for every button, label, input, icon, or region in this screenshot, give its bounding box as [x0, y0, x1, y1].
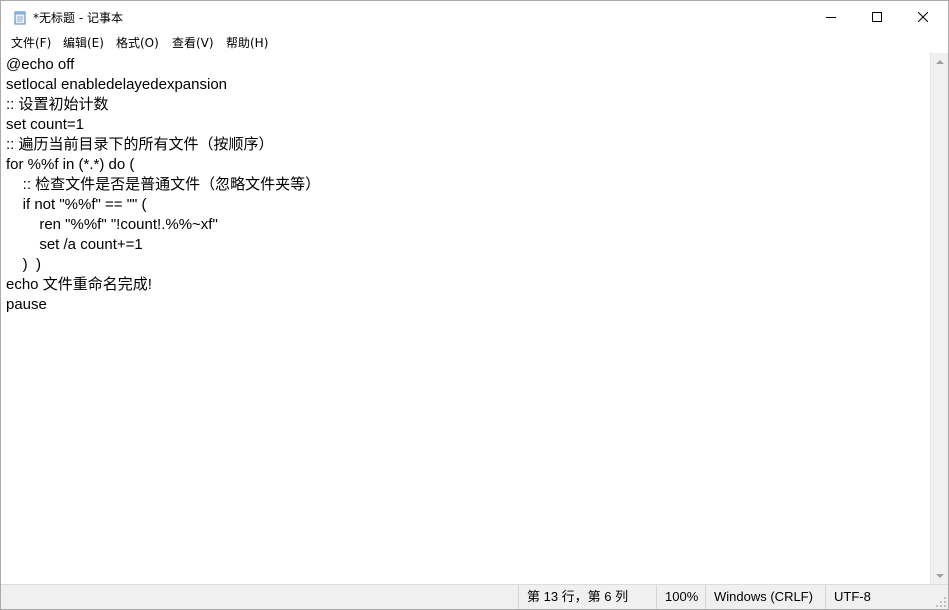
maximize-button[interactable] [854, 1, 900, 33]
close-button[interactable] [900, 1, 946, 33]
editor-line: setlocal enabledelayedexpansion [6, 76, 228, 93]
minimize-icon [826, 17, 836, 18]
scroll-down-button[interactable] [931, 567, 948, 584]
close-icon [918, 12, 928, 22]
text-editor[interactable]: @echo off setlocal enabledelayedexpansio… [1, 53, 930, 584]
editor-line: ren "%%f" "!count!.%%~xf" [6, 216, 218, 233]
editor-line: @echo off [6, 56, 75, 73]
menu-help[interactable]: 帮助(H) [226, 34, 268, 52]
encoding: UTF-8 [825, 585, 925, 609]
cursor-position: 第 13 行，第 6 列 [518, 585, 656, 609]
menu-view[interactable]: 查看(V) [172, 34, 214, 52]
zoom-level: 100% [656, 585, 705, 609]
editor-line: set /a count+=1 [6, 236, 143, 253]
editor-line: :: 检查文件是否是普通文件（忽略文件夹等） [6, 176, 321, 193]
editor-line: pause [6, 296, 47, 313]
editor-line: ) ) [6, 256, 41, 273]
editor-line: :: 设置初始计数 [6, 96, 109, 113]
menu-format[interactable]: 格式(O) [116, 34, 159, 52]
editor-line: echo 文件重命名完成! [6, 276, 152, 293]
chevron-down-icon [935, 573, 944, 578]
minimize-button[interactable] [808, 1, 854, 33]
window-title: *无标题 - 记事本 [33, 11, 123, 25]
title-bar[interactable]: *无标题 - 记事本 [1, 1, 948, 33]
notepad-window: *无标题 - 记事本 文件(F) 编辑(E) 格式(O) 查看(V) 帮助(H)… [0, 0, 949, 610]
maximize-icon [872, 12, 882, 22]
menu-bar: 文件(F) 编辑(E) 格式(O) 查看(V) 帮助(H) [1, 33, 948, 53]
editor-line: for %%f in (*.*) do ( [6, 156, 135, 173]
editor-line: set count=1 [6, 116, 84, 133]
chevron-up-icon [935, 59, 944, 64]
notepad-icon [13, 10, 27, 25]
resize-grip-icon[interactable] [935, 596, 947, 608]
scroll-up-button[interactable] [931, 53, 948, 70]
editor-line: :: 遍历当前目录下的所有文件（按顺序） [6, 136, 274, 153]
editor-line: if not "%%f" == "" ( [6, 196, 147, 213]
status-bar: 第 13 行，第 6 列 100% Windows (CRLF) UTF-8 [1, 584, 948, 609]
menu-edit[interactable]: 编辑(E) [63, 34, 104, 52]
menu-file[interactable]: 文件(F) [11, 34, 51, 52]
vertical-scrollbar[interactable] [930, 53, 948, 584]
line-ending: Windows (CRLF) [705, 585, 825, 609]
